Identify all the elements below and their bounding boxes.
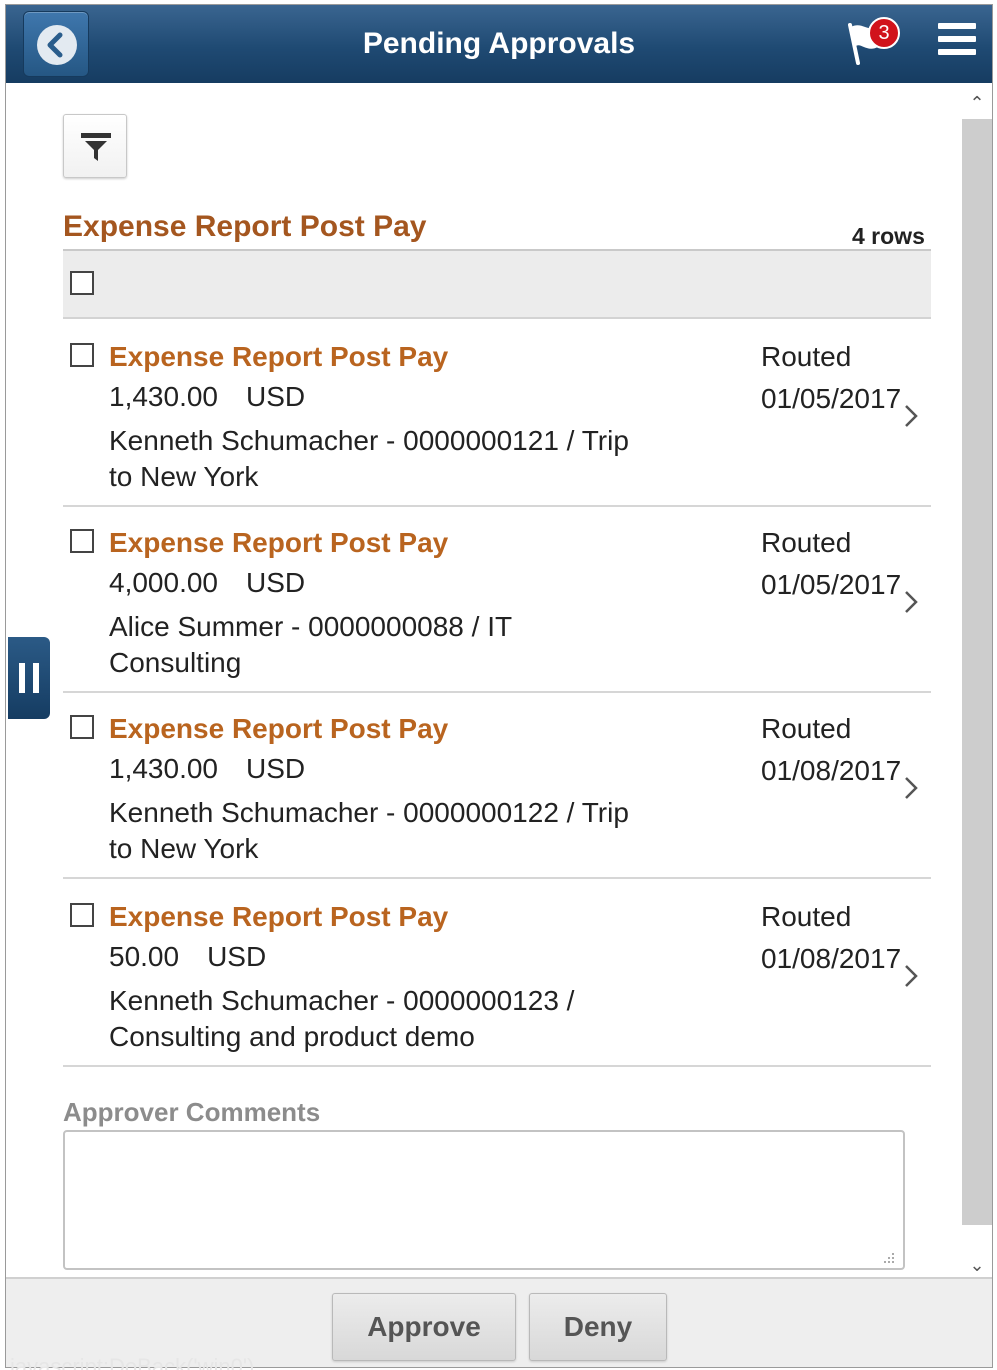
item-status: Routed	[761, 527, 852, 558]
select-all-checkbox[interactable]	[70, 271, 94, 295]
item-description: Kenneth Schumacher - 0000000121 / Trip t…	[109, 425, 629, 492]
list-item[interactable]: Expense Report Post Pay 50.00 USD Kenneth…	[63, 881, 931, 1067]
section-title: Expense Report Post Pay	[63, 210, 427, 243]
row-checkbox[interactable]	[70, 529, 94, 553]
resize-grip-icon[interactable]	[880, 1249, 896, 1265]
item-currency: USD	[246, 753, 306, 784]
grid-header	[63, 249, 931, 319]
item-title: Expense Report Post Pay	[109, 527, 449, 558]
item-description: Alice Summer - 0000000088 / IT Consultin…	[109, 611, 512, 678]
item-amount: 50.00	[109, 941, 180, 972]
item-status: Routed	[761, 341, 852, 372]
approver-comments-label: Approver Comments	[63, 1097, 321, 1127]
item-amount-line: 4,000.00 USD	[109, 567, 305, 599]
approve-button[interactable]: Approve	[332, 1293, 516, 1361]
item-status: Routed	[761, 713, 852, 744]
item-amount: 1,430.00	[109, 381, 218, 412]
browser-status-text: javascript:DoBack('win0')	[10, 1354, 255, 1370]
hamburger-menu-icon[interactable]	[938, 23, 976, 61]
item-title: Expense Report Post Pay	[109, 713, 449, 744]
scroll-thumb[interactable]	[962, 119, 992, 1225]
item-date: 01/05/2017	[761, 383, 902, 414]
filter-icon	[81, 133, 111, 161]
row-count: 4 rows	[852, 223, 925, 249]
item-status: Routed	[761, 901, 852, 932]
chevron-right-icon[interactable]	[901, 401, 921, 431]
item-date: 01/08/2017	[761, 943, 902, 974]
item-description: Kenneth Schumacher - 0000000123 / Consul…	[109, 985, 575, 1052]
item-description: Kenneth Schumacher - 0000000122 / Trip t…	[109, 797, 629, 864]
scroll-down-icon[interactable]: ⌄	[962, 1251, 992, 1279]
item-currency: USD	[207, 941, 267, 972]
deny-button[interactable]: Deny	[529, 1293, 667, 1361]
scroll-up-icon[interactable]: ⌃	[962, 89, 992, 117]
header-bar: Pending Approvals 3	[6, 5, 992, 83]
chevron-right-icon[interactable]	[901, 773, 921, 803]
row-checkbox[interactable]	[70, 903, 94, 927]
row-checkbox[interactable]	[70, 343, 94, 367]
item-amount: 1,430.00	[109, 753, 218, 784]
approver-comments-field[interactable]	[63, 1130, 905, 1270]
item-amount-line: 1,430.00 USD	[109, 381, 305, 413]
row-checkbox[interactable]	[70, 715, 94, 739]
item-date: 01/08/2017	[761, 755, 902, 786]
item-amount: 4,000.00	[109, 567, 218, 598]
item-currency: USD	[246, 381, 306, 412]
notification-badge: 3	[868, 17, 900, 49]
item-title: Expense Report Post Pay	[109, 901, 449, 932]
chevron-right-icon[interactable]	[901, 961, 921, 991]
item-amount-line: 1,430.00 USD	[109, 753, 305, 785]
filter-button[interactable]	[63, 114, 127, 178]
list-item[interactable]: Expense Report Post Pay 1,430.00 USD Kenn…	[63, 693, 931, 879]
vertical-scrollbar[interactable]: ⌃ ⌄	[962, 89, 992, 1279]
item-amount-line: 50.00 USD	[109, 941, 266, 973]
item-title: Expense Report Post Pay	[109, 341, 449, 372]
side-panel-toggle[interactable]	[8, 637, 50, 719]
item-currency: USD	[246, 567, 306, 598]
list-item[interactable]: Expense Report Post Pay 4,000.00 USD Alic…	[63, 507, 931, 693]
list-item[interactable]: Expense Report Post Pay 1,430.00 USD Kenn…	[63, 321, 931, 507]
item-date: 01/05/2017	[761, 569, 902, 600]
app-frame: Pending Approvals 3 ⌃ ⌄ Expense Report P…	[5, 4, 993, 1368]
chevron-right-icon[interactable]	[901, 587, 921, 617]
